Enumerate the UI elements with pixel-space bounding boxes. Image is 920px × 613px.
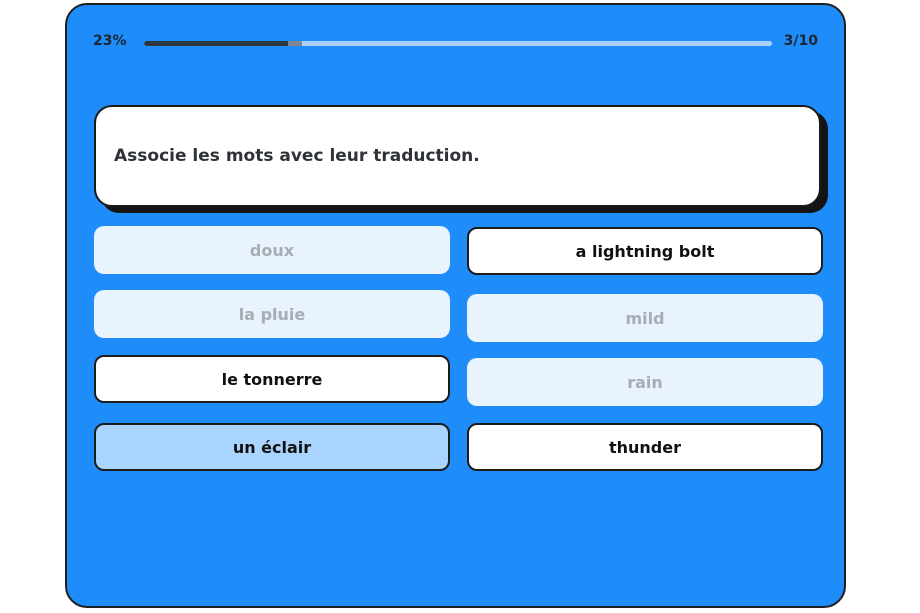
tile-label: rain	[627, 372, 663, 392]
left-word-tile[interactable]: un éclair	[94, 423, 450, 471]
left-word-tile[interactable]: le tonnerre	[94, 355, 450, 403]
right-word-tile[interactable]: rain	[467, 358, 823, 406]
right-word-tile[interactable]: mild	[467, 294, 823, 342]
right-word-tile[interactable]: a lightning bolt	[467, 227, 823, 275]
tile-label: le tonnerre	[221, 369, 323, 389]
progress-bar	[144, 41, 772, 46]
progress-bar-tip	[288, 41, 302, 46]
quiz-card: 23% 3/10 Associe les mots avec leur trad…	[65, 3, 846, 608]
progress-header: 23% 3/10	[67, 5, 844, 85]
right-word-tile[interactable]: thunder	[467, 423, 823, 471]
tile-label: la pluie	[238, 304, 306, 324]
tile-label: doux	[249, 240, 295, 260]
tile-label: a lightning bolt	[575, 241, 715, 261]
tile-label: thunder	[608, 437, 681, 457]
progress-bar-fill	[144, 41, 288, 46]
progress-percent: 23%	[93, 33, 127, 49]
question-counter: 3/10	[783, 33, 818, 49]
left-word-tile[interactable]: doux	[94, 226, 450, 274]
question-box: Associe les mots avec leur traduction.	[94, 105, 821, 207]
tile-label: mild	[625, 308, 665, 328]
tile-label: un éclair	[232, 437, 312, 457]
left-word-tile[interactable]: la pluie	[94, 290, 450, 338]
question-text: Associe les mots avec leur traduction.	[114, 146, 480, 166]
